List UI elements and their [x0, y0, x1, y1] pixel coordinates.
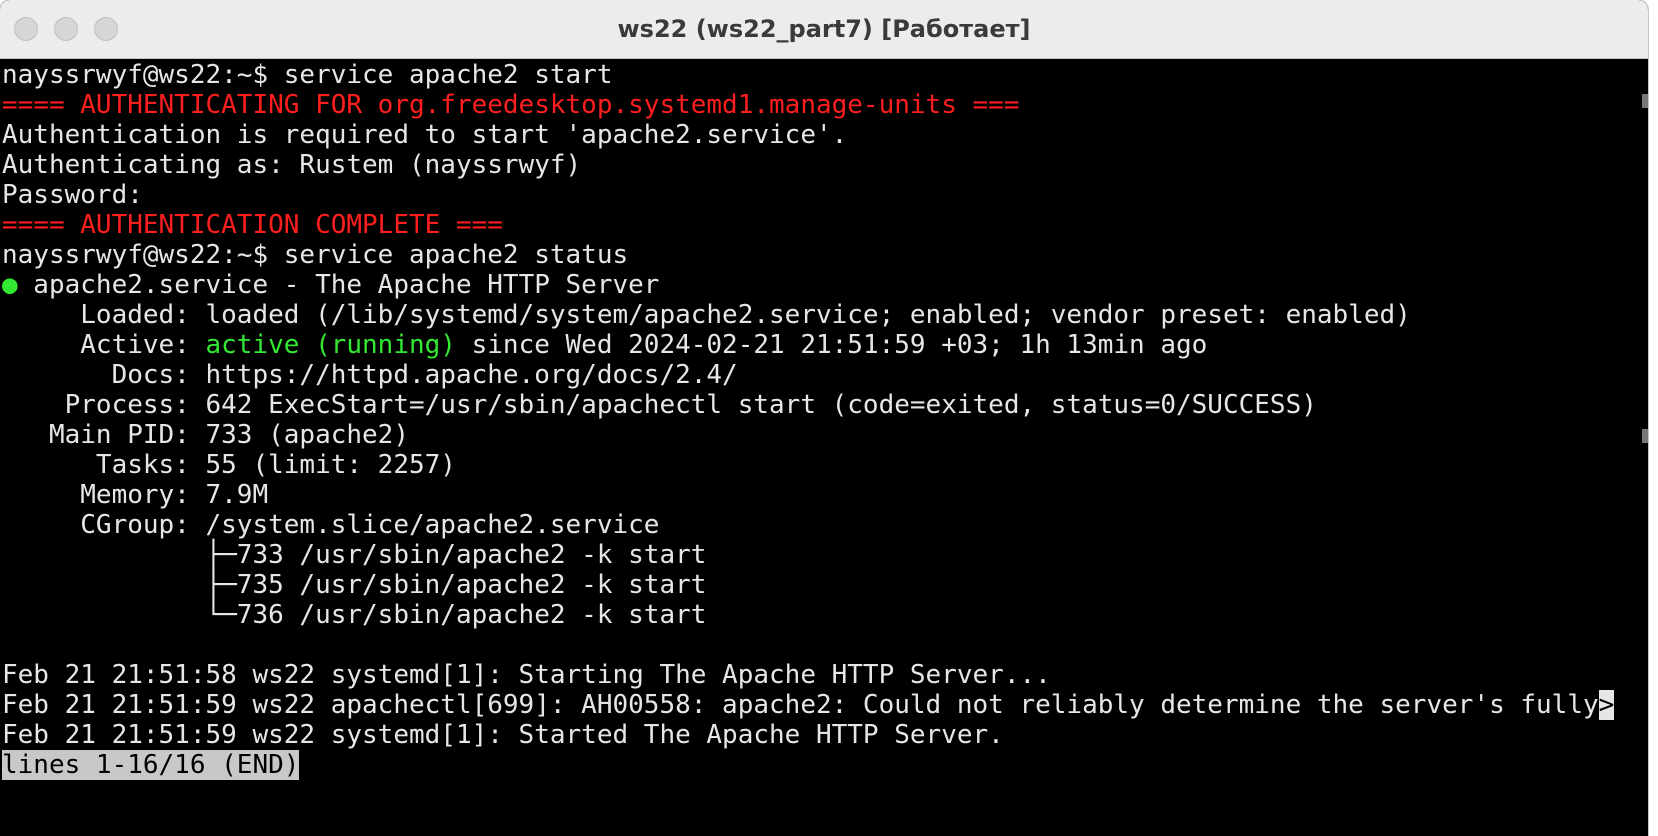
log-line: Feb 21 21:51:59 ws22 systemd[1]: Started…: [2, 720, 1004, 750]
window-title: ws22 (ws22_part7) [Работает]: [617, 15, 1031, 43]
scroll-indicator: [1642, 94, 1648, 108]
terminal-line: Main PID: 733 (apache2): [2, 420, 409, 450]
terminal-line: └─736 /usr/sbin/apache2 -k start: [2, 600, 707, 630]
active-label: Active:: [2, 330, 206, 360]
active-running-status: active (running): [205, 330, 456, 360]
terminal-line: Loaded: loaded (/lib/systemd/system/apac…: [2, 300, 1411, 330]
active-since-text: since Wed 2024-02-21 21:51:59 +03; 1h 13…: [455, 330, 1208, 360]
terminal-line: CGroup: /system.slice/apache2.service: [2, 510, 660, 540]
terminal-line: Tasks: 55 (limit: 2257): [2, 450, 456, 480]
terminal-line: ├─733 /usr/sbin/apache2 -k start: [2, 540, 707, 570]
terminal-line: nayssrwyf@ws22:~$ service apache2 start: [2, 60, 613, 90]
pager-status: lines 1-16/16 (END): [2, 749, 300, 781]
active-status-line: Active: active (running) since Wed 2024-…: [2, 329, 1207, 361]
service-name-text: apache2.service - The Apache HTTP Server: [17, 270, 660, 300]
terminal-line: Authenticating as: Rustem (nayssrwyf): [2, 150, 582, 180]
terminal-line: Memory: 7.9M: [2, 480, 269, 510]
auth-banner: ==== AUTHENTICATING FOR org.freedesktop.…: [2, 90, 1020, 120]
truncation-marker: >: [1598, 690, 1615, 720]
vm-window: ws22 (ws22_part7) [Работает] nayssrwyf@w…: [0, 0, 1648, 836]
log-line-text: Feb 21 21:51:59 ws22 apachectl[699]: AH0…: [2, 690, 1599, 720]
title-bar[interactable]: ws22 (ws22_part7) [Работает]: [0, 0, 1648, 59]
terminal-line: nayssrwyf@ws22:~$ service apache2 status: [2, 240, 629, 270]
service-status-header: ● apache2.service - The Apache HTTP Serv…: [2, 269, 659, 301]
terminal-line: ├─735 /usr/sbin/apache2 -k start: [2, 570, 707, 600]
log-line: Feb 21 21:51:59 ws22 apachectl[699]: AH0…: [2, 689, 1615, 721]
terminal-line: Password:: [2, 180, 143, 210]
terminal-line: Authentication is required to start 'apa…: [2, 120, 848, 150]
terminal-line: Docs: https://httpd.apache.org/docs/2.4/: [2, 360, 738, 390]
status-bullet-icon: ●: [2, 270, 18, 300]
terminal-screen[interactable]: nayssrwyf@ws22:~$ service apache2 start …: [0, 59, 1648, 836]
scroll-indicator: [1642, 429, 1648, 443]
terminal-line: Process: 642 ExecStart=/usr/sbin/apachec…: [2, 390, 1317, 420]
log-line: Feb 21 21:51:58 ws22 systemd[1]: Startin…: [2, 660, 1051, 690]
auth-complete-banner: ==== AUTHENTICATION COMPLETE ===: [2, 210, 503, 240]
pager-status-text: lines 1-16/16 (END): [2, 750, 300, 780]
